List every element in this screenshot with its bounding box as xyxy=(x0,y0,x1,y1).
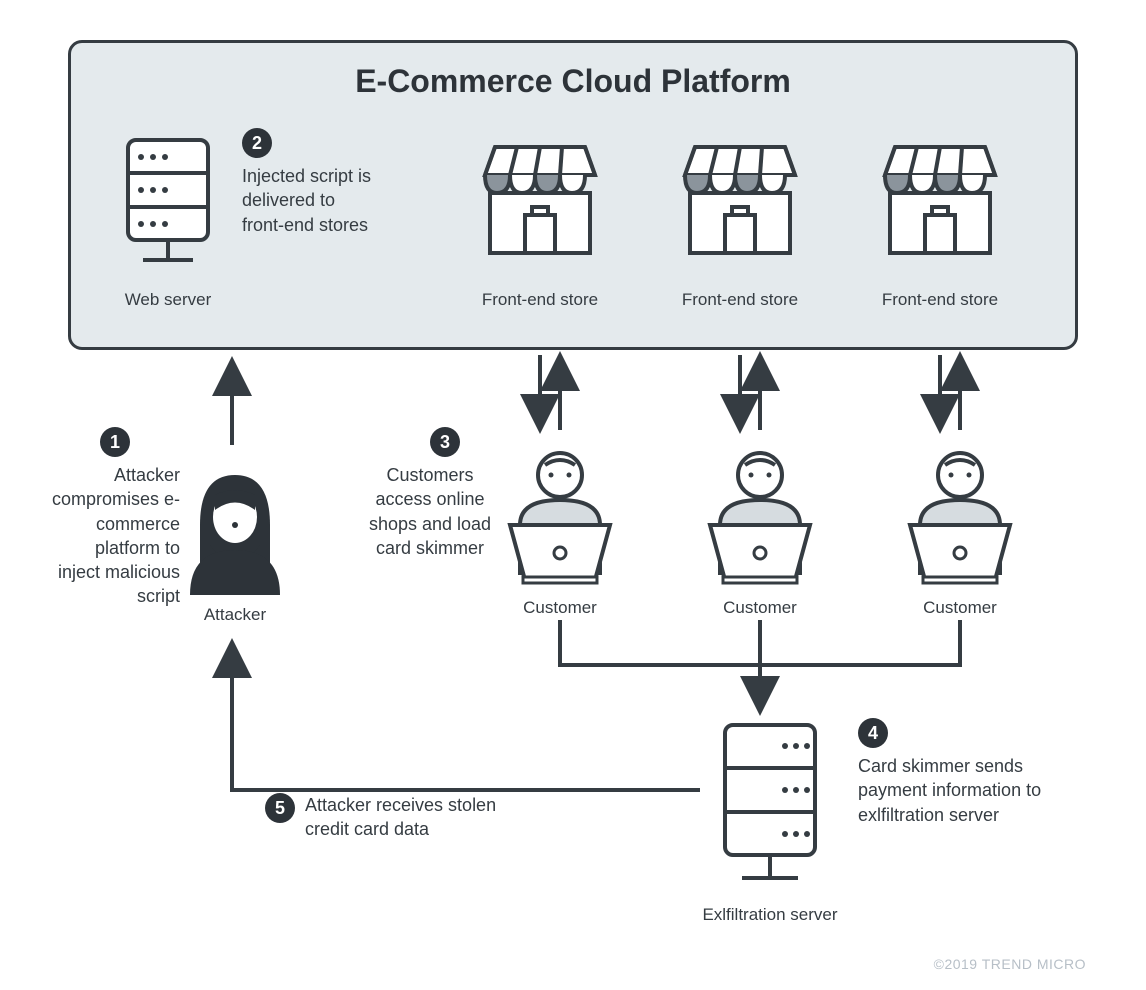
web-server-label: Web server xyxy=(108,290,228,310)
copyright-text: ©2019 TREND MICRO xyxy=(934,956,1086,972)
store-1-icon xyxy=(470,135,610,275)
customer-2-label: Customer xyxy=(695,598,825,618)
exfil-server-label: Exlfiltration server xyxy=(680,905,860,925)
step-2-badge: 2 xyxy=(242,128,272,158)
step-3: 3 xyxy=(430,427,460,457)
step-4-text: Card skimmer sends payment information t… xyxy=(858,754,1053,827)
store-3-icon xyxy=(870,135,1010,275)
store-2-label: Front-end store xyxy=(670,290,810,310)
exfil-server-icon xyxy=(700,720,840,900)
customer-1-icon xyxy=(495,445,625,595)
step-2: 2 xyxy=(242,128,272,158)
store-1-label: Front-end store xyxy=(470,290,610,310)
platform-title: E-Commerce Cloud Platform xyxy=(71,63,1075,100)
web-server-icon xyxy=(108,135,228,285)
step-4-badge: 4 xyxy=(858,718,888,748)
step-5-text: Attacker receives stolen credit card dat… xyxy=(305,793,545,842)
store-3-label: Front-end store xyxy=(870,290,1010,310)
customer-2-icon xyxy=(695,445,825,595)
customer-3-icon xyxy=(895,445,1025,595)
step-3-badge: 3 xyxy=(430,427,460,457)
customer-1-label: Customer xyxy=(495,598,625,618)
step-4: 4 xyxy=(858,718,888,748)
step-1-text: Attacker compromises e-commerce platform… xyxy=(50,463,180,609)
step-2-text: Injected script is delivered to front-en… xyxy=(242,164,372,237)
step-1-badge: 1 xyxy=(100,427,130,457)
customer-3-label: Customer xyxy=(895,598,1025,618)
store-2-icon xyxy=(670,135,810,275)
step-3-text: Customers access online shops and load c… xyxy=(360,463,500,560)
step-5-badge: 5 xyxy=(265,793,295,823)
step-1: 1 xyxy=(100,427,130,457)
attacker-icon xyxy=(180,445,290,605)
step-5: 5 xyxy=(265,793,295,823)
attacker-label: Attacker xyxy=(180,605,290,625)
